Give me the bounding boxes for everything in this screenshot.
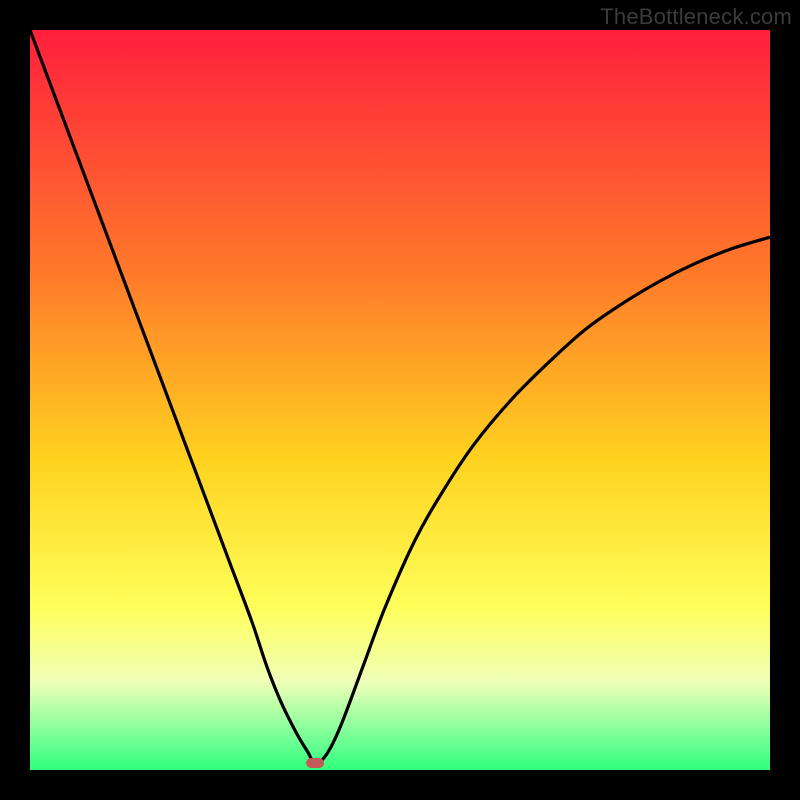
gradient-plot <box>30 30 770 770</box>
watermark-text: TheBottleneck.com <box>600 4 792 30</box>
plot-area <box>30 30 770 770</box>
chart-frame: TheBottleneck.com <box>0 0 800 800</box>
optimal-point-marker <box>306 758 324 768</box>
gradient-bg <box>30 30 770 770</box>
